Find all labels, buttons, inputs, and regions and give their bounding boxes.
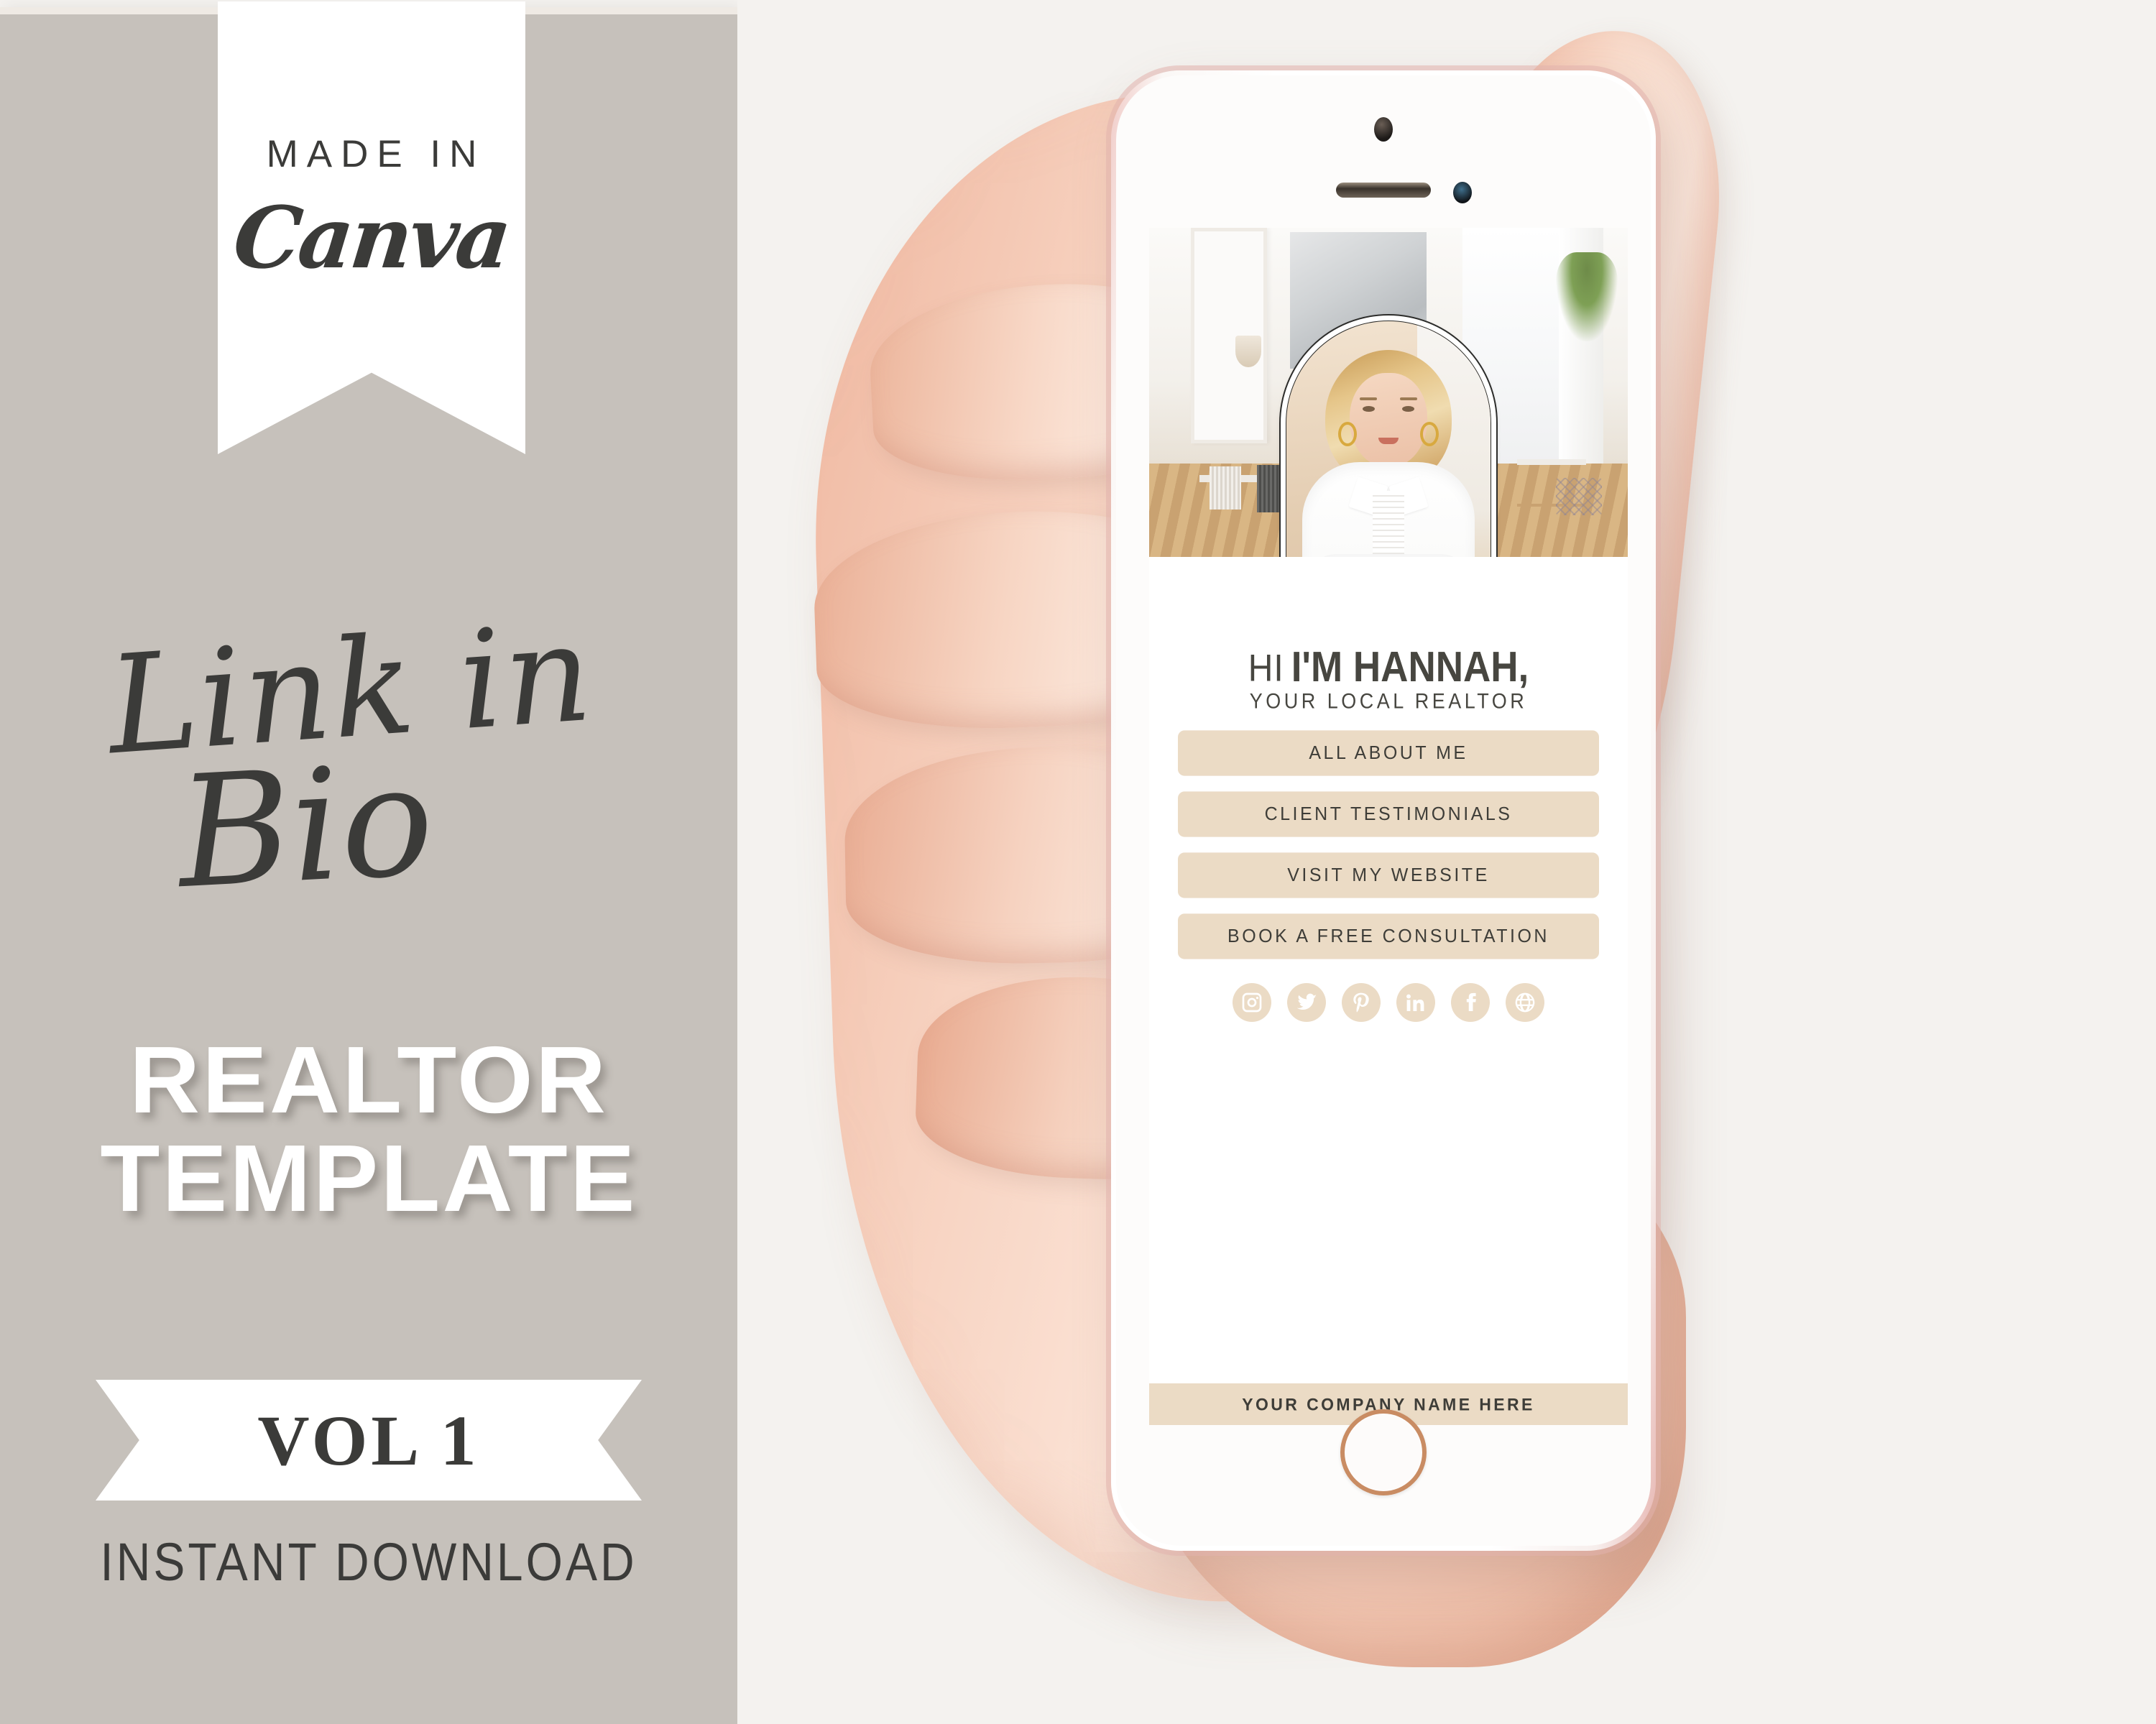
pendant-lamp — [1235, 336, 1261, 367]
hand-holding-phone-photo: HI I'M HANNAH, YOUR LOCAL REALTOR ALL ABO… — [737, 0, 2156, 1724]
phone-screen: HI I'M HANNAH, YOUR LOCAL REALTOR ALL ABO… — [1149, 228, 1628, 1425]
face — [1350, 373, 1427, 468]
eyebrow-left — [1360, 397, 1377, 400]
eye-left — [1363, 406, 1375, 412]
smartphone-device: HI I'M HANNAH, YOUR LOCAL REALTOR ALL ABO… — [1111, 70, 1656, 1551]
facebook-icon[interactable] — [1451, 983, 1490, 1022]
product-mockup-stage: MADE IN Canva Link in Bio REALTOR TEMPLA… — [0, 0, 2156, 1724]
volume-ribbon: VOL 1 — [96, 1380, 642, 1501]
home-button[interactable] — [1340, 1409, 1427, 1495]
link-button-client-testimonials[interactable]: CLIENT TESTIMONIALS — [1178, 791, 1599, 837]
script-title: Link in Bio — [0, 594, 737, 999]
link-button-book-a-free-consultation[interactable]: BOOK A FREE CONSULTATION — [1178, 913, 1599, 959]
proximity-sensor-icon — [1453, 182, 1472, 203]
linkedin-icon[interactable] — [1396, 983, 1435, 1022]
hoop-earring-left — [1338, 422, 1357, 446]
wire-basket — [1556, 478, 1602, 515]
twitter-icon[interactable] — [1287, 983, 1326, 1022]
phone-front-face: HI I'M HANNAH, YOUR LOCAL REALTOR ALL ABO… — [1116, 75, 1651, 1546]
pinterest-icon[interactable] — [1342, 983, 1381, 1022]
globe-website-icon[interactable] — [1506, 983, 1544, 1022]
greeting-hi: HI — [1248, 647, 1284, 690]
left-info-panel: MADE IN Canva Link in Bio REALTOR TEMPLA… — [0, 1, 737, 1724]
product-headline: REALTOR TEMPLATE — [0, 1031, 737, 1228]
social-icon-row — [1149, 983, 1628, 1022]
headline-line-2: TEMPLATE — [100, 1125, 637, 1232]
link-button-all-about-me[interactable]: ALL ABOUT ME — [1178, 730, 1599, 776]
eye-right — [1402, 406, 1414, 412]
greeting-name: I'M HANNAH, — [1291, 643, 1529, 691]
script-title-line-2: Bio — [173, 730, 438, 923]
link-in-bio-content: HI I'M HANNAH, YOUR LOCAL REALTOR ALL ABO… — [1149, 557, 1628, 1425]
headline-line-1: REALTOR — [129, 1027, 609, 1133]
made-in-label: MADE IN — [266, 133, 486, 175]
greeting-heading: HI I'M HANNAH, — [1149, 643, 1628, 691]
role-subtitle: YOUR LOCAL REALTOR — [1249, 689, 1528, 714]
canva-wordmark: Canva — [229, 188, 514, 287]
instant-download-label: INSTANT DOWNLOAD — [100, 1531, 637, 1592]
instagram-icon[interactable] — [1233, 983, 1271, 1022]
front-camera-icon — [1374, 117, 1393, 142]
hoop-earring-right — [1420, 422, 1439, 446]
eyebrow-right — [1400, 397, 1417, 400]
link-button-visit-my-website[interactable]: VISIT MY WEBSITE — [1178, 852, 1599, 898]
earpiece-speaker-icon — [1336, 183, 1431, 198]
hanging-plant — [1556, 252, 1618, 341]
made-in-canva-badge: MADE IN Canva — [218, 1, 525, 454]
link-button-list: ALL ABOUT ME CLIENT TESTIMONIALS VISIT M… — [1178, 730, 1599, 975]
volume-label: VOL 1 — [257, 1400, 480, 1480]
dining-chair-light — [1210, 466, 1241, 510]
